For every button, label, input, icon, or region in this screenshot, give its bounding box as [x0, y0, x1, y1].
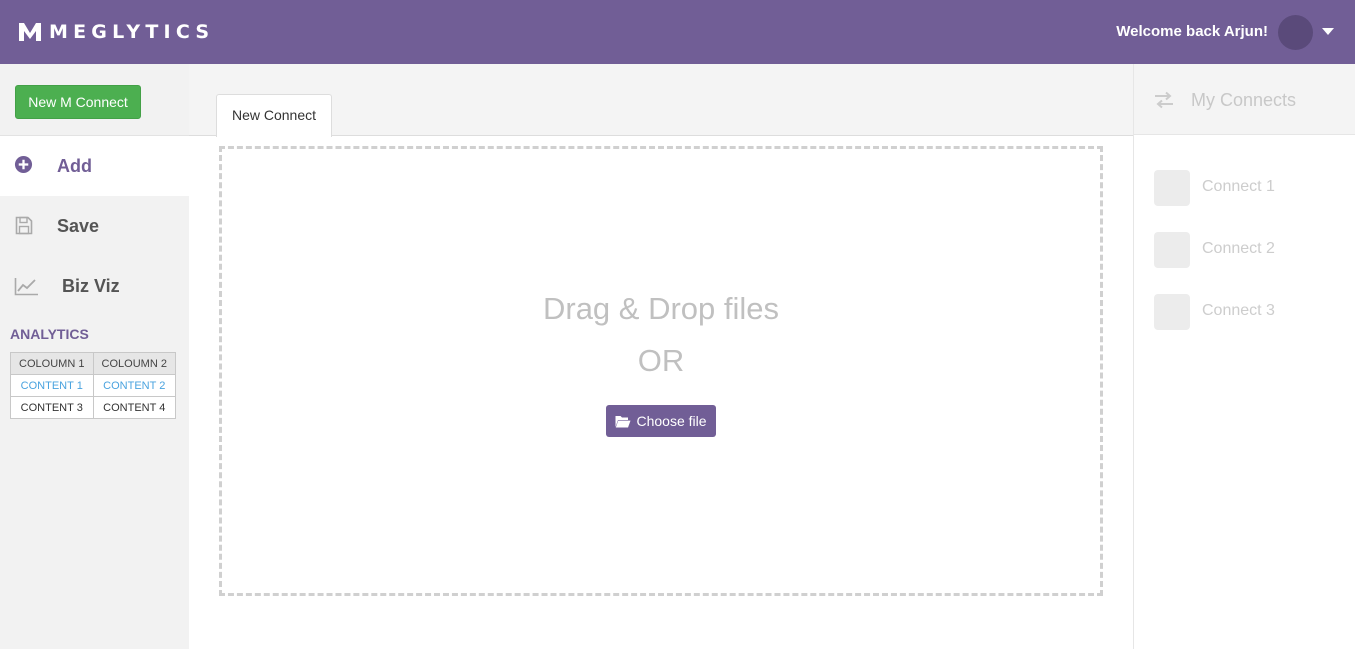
logo-icon — [19, 23, 41, 41]
sidebar-item-biz-viz[interactable]: Biz Viz — [0, 256, 189, 316]
table-row: CONTENT 1 CONTENT 2 — [10, 374, 176, 397]
chevron-down-icon[interactable] — [1322, 28, 1334, 35]
connect-item[interactable]: Connect 2 — [1154, 232, 1344, 268]
table-cell: CONTENT 4 — [92, 396, 176, 419]
connect-item[interactable]: Connect 3 — [1154, 294, 1344, 330]
sidebar-item-label: Biz Viz — [62, 275, 120, 296]
sidebar-item-add[interactable]: Add — [0, 136, 189, 196]
tab-new-connect[interactable]: New Connect — [216, 94, 332, 137]
folder-open-icon — [615, 415, 631, 427]
connect-item[interactable]: Connect 1 — [1154, 170, 1344, 206]
logo-text: MEGLYTICS — [49, 21, 215, 43]
table-cell-link[interactable]: CONTENT 1 — [10, 374, 94, 397]
analytics-title: ANALYTICS — [10, 326, 89, 342]
connect-thumbnail — [1154, 294, 1190, 330]
analytics-table: COLOUMN 1 COLOUMN 2 CONTENT 1 CONTENT 2 … — [10, 352, 176, 419]
sidebar-item-save[interactable]: Save — [0, 196, 189, 256]
sidebar-item-label: Save — [57, 215, 100, 236]
connect-thumbnail — [1154, 170, 1190, 206]
table-header-row: COLOUMN 1 COLOUMN 2 — [10, 352, 176, 375]
top-header: MEGLYTICS Welcome back Arjun! — [0, 0, 1355, 64]
swap-arrows-icon — [1155, 91, 1173, 109]
avatar[interactable] — [1278, 15, 1313, 50]
my-connects-panel: My Connects Connect 1 Connect 2 Connect … — [1133, 64, 1355, 649]
connect-thumbnail — [1154, 232, 1190, 268]
file-dropzone[interactable]: Drag & Drop files OR — [219, 146, 1103, 596]
table-row: CONTENT 3 CONTENT 4 — [10, 396, 176, 419]
connect-label: Connect 3 — [1202, 302, 1275, 319]
sidebar: New M Connect Add Save Biz Viz ANALYTICS… — [0, 64, 189, 649]
table-cell: CONTENT 3 — [10, 396, 94, 419]
welcome-message: Welcome back Arjun! — [1116, 23, 1268, 40]
choose-file-label: Choose file — [636, 413, 707, 429]
line-chart-icon — [14, 278, 38, 296]
new-m-connect-button[interactable]: New M Connect — [15, 85, 141, 119]
column-header: COLOUMN 2 — [92, 352, 176, 375]
my-connects-header: My Connects — [1134, 64, 1355, 135]
my-connects-title: My Connects — [1191, 90, 1297, 110]
sidebar-item-label: Add — [57, 155, 92, 176]
connect-label: Connect 1 — [1202, 178, 1275, 195]
dropzone-title: Drag & Drop files — [542, 291, 780, 326]
column-header: COLOUMN 1 — [10, 352, 94, 375]
sidebar-top: New M Connect — [0, 64, 189, 136]
choose-file-button[interactable]: Choose file — [606, 405, 716, 437]
connect-label: Connect 2 — [1202, 240, 1275, 257]
plus-circle-icon — [14, 155, 33, 174]
dropzone-or: OR — [637, 343, 685, 378]
floppy-disk-icon — [15, 216, 33, 235]
table-cell-link[interactable]: CONTENT 2 — [92, 374, 176, 397]
app-logo[interactable]: MEGLYTICS — [18, 20, 214, 44]
